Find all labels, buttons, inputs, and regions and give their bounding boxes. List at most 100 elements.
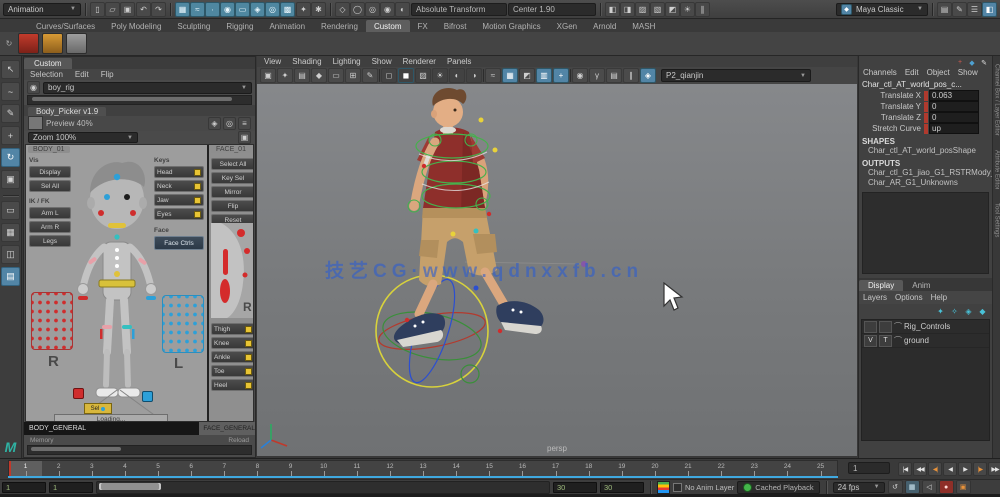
frame-cell[interactable]: 8 [241, 461, 274, 476]
channel-row[interactable]: Translate Z 0 [859, 112, 992, 123]
wireframe-icon[interactable]: ◻ [381, 68, 397, 83]
channel-box-menu-item[interactable]: Object [927, 68, 950, 77]
animation-end-field[interactable]: 30 [600, 482, 644, 493]
snap-projected-center-icon[interactable]: ◉ [220, 2, 235, 17]
save-scene-icon[interactable]: ▣ [120, 2, 135, 17]
frame-cell[interactable]: 6 [175, 461, 208, 476]
layer-visibility-toggle[interactable]: V [864, 335, 877, 347]
time-slider-track[interactable]: 1234567891011121314151617181920212223242… [8, 460, 838, 477]
picker-footer-right[interactable]: Reload [228, 437, 249, 444]
picker-menu-item[interactable]: Edit [75, 70, 89, 79]
numeric-input-field[interactable]: Center 1.90 [508, 3, 596, 16]
shelf-tab[interactable]: Motion Graphics [474, 20, 548, 32]
step-back-frame-button[interactable]: ◀◀ [913, 462, 927, 476]
current-frame-field[interactable]: 1 [848, 462, 890, 474]
viewport-camera-dropdown[interactable]: P2_qianjin ▼ [661, 69, 811, 82]
ipr-render-icon[interactable]: ◨ [620, 2, 635, 17]
selected-node-name[interactable]: Char_ctl_AT_world_pos_c... [859, 78, 992, 90]
play-backwards-button[interactable]: ◀ [943, 462, 957, 476]
picker-menu-icon[interactable]: ≡ [238, 117, 251, 130]
layer-type-toggle[interactable] [879, 321, 892, 333]
speed-state-icon[interactable]: ◆ [967, 58, 977, 67]
channel-value-field[interactable]: 0.063 [929, 90, 979, 101]
new-scene-icon[interactable]: ▯ [90, 2, 105, 17]
tool-settings-toggle-icon[interactable]: ✎ [952, 2, 967, 17]
frame-cell[interactable]: 11 [340, 461, 373, 476]
image-plane-icon[interactable]: ▭ [328, 68, 344, 83]
range-slider-track[interactable] [96, 481, 550, 494]
key-icon[interactable] [245, 368, 252, 375]
select-asset-icon[interactable]: ◉ [380, 2, 395, 17]
picker-key-button[interactable]: Knee [211, 337, 254, 349]
shelf-item-red[interactable] [18, 33, 39, 54]
camera-attributes-icon[interactable]: ▤ [294, 68, 310, 83]
step-forward-key-button[interactable]: |▶ [973, 462, 987, 476]
layout-single-pane-icon[interactable]: ▭ [1, 201, 20, 220]
shelf-scroll-icon[interactable]: ↻ [3, 38, 15, 50]
picker-button[interactable]: Select All [211, 158, 254, 170]
exposure-icon[interactable]: ◉ [572, 68, 588, 83]
shape-node-name[interactable]: Char_ctl_AT_world_posShape [859, 146, 992, 156]
snap-point-icon[interactable]: ∙ [205, 2, 220, 17]
snap-together-icon[interactable]: ◎ [265, 2, 280, 17]
frame-cell[interactable]: 1 [9, 461, 42, 476]
frame-cell[interactable]: 14 [440, 461, 473, 476]
picker-canvas[interactable]: BODY_01 Vis DisplaySel All IK / FK Arm L… [25, 144, 254, 422]
use-lights-icon[interactable]: ☀ [432, 68, 448, 83]
frame-cell[interactable]: 24 [771, 461, 804, 476]
animation-start-field[interactable]: 1 [2, 482, 46, 493]
channel-value-field[interactable]: 0 [929, 112, 979, 123]
gamma-icon[interactable]: γ [589, 68, 605, 83]
panel-menu-item[interactable]: Panels [447, 57, 471, 66]
animation-preferences-icon[interactable]: ▣ [956, 480, 971, 494]
picker-button[interactable]: Key Sel [211, 172, 254, 184]
key-icon[interactable] [194, 183, 201, 190]
panel-menu-item[interactable]: View [264, 57, 281, 66]
rotate-tool-icon[interactable]: ↻ [1, 148, 20, 167]
shelf-tab[interactable]: Curves/Surfaces [28, 20, 103, 32]
frame-cell[interactable]: 2 [42, 461, 75, 476]
sidebar-vertical-tab[interactable]: Channel Box / Layer Editor [994, 64, 1000, 136]
fps-dropdown[interactable]: 24 fps ▼ [833, 482, 885, 493]
panel-menu-item[interactable]: Lighting [333, 57, 361, 66]
picker-bottom-tab2[interactable]: FACE_GENERAL [199, 422, 255, 435]
character-icon[interactable]: ◉ [27, 81, 40, 94]
frame-cell[interactable]: 25 [804, 461, 837, 476]
anim-layer-checkbox[interactable] [673, 483, 682, 492]
modeling-toolkit-toggle-icon[interactable]: ◧ [982, 2, 997, 17]
channel-box-toggle-icon[interactable]: ☰ [967, 2, 982, 17]
frame-cell[interactable]: 18 [572, 461, 605, 476]
new-empty-layer-icon[interactable]: ✦ [935, 306, 946, 316]
cached-playback-indicator[interactable]: Cached Playback [737, 481, 819, 494]
picker-key-button[interactable]: Thigh [211, 323, 254, 335]
playback-end-field[interactable]: 30 [553, 482, 597, 493]
picker-bottom-tab[interactable]: BODY_GENERAL [24, 422, 199, 435]
channel-value-field[interactable]: up [929, 123, 979, 134]
snap-grid-icon[interactable]: ▦ [175, 2, 190, 17]
frame-cell[interactable]: 4 [108, 461, 141, 476]
key-icon[interactable] [245, 340, 252, 347]
picker-horizontal-scrollbar[interactable] [27, 95, 252, 105]
frame-cell[interactable]: 17 [539, 461, 572, 476]
key-icon[interactable] [194, 169, 201, 176]
shelf-tab[interactable]: Arnold [585, 20, 624, 32]
lasso-tool-icon[interactable]: ~ [1, 82, 20, 101]
picker-center-button[interactable]: Sel [84, 403, 112, 414]
shelf-tab[interactable]: Sculpting [169, 20, 218, 32]
new-anim-layer-icon[interactable]: ◈ [963, 306, 974, 316]
character-dropdown[interactable]: boy_rig ▼ [43, 82, 252, 94]
hypershade-icon[interactable]: ◩ [665, 2, 680, 17]
pause-viewport-icon[interactable]: ∥ [695, 2, 710, 17]
panel-menu-item[interactable]: Shading [292, 57, 321, 66]
frame-cell[interactable]: 22 [705, 461, 738, 476]
frame-cell[interactable]: 15 [473, 461, 506, 476]
playback-start-field[interactable]: 1 [49, 482, 93, 493]
motion-blur-icon[interactable]: ≈ [485, 68, 501, 83]
workspace-dropdown[interactable]: ◆ Maya Classic ▼ [836, 3, 928, 16]
layer-move-icon[interactable]: ◆ [977, 306, 988, 316]
shelf-tab[interactable]: XGen [549, 20, 585, 32]
right-foot-button[interactable] [142, 391, 153, 402]
picker-settings-icon[interactable]: ▣ [238, 131, 251, 144]
frame-cell[interactable]: 12 [373, 461, 406, 476]
shelf-item-orange[interactable] [42, 33, 63, 54]
